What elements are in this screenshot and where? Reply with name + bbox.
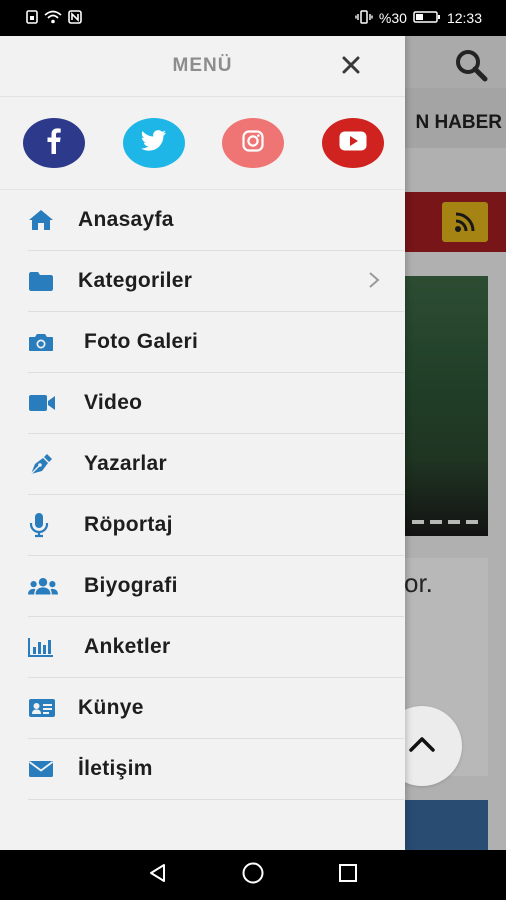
twitter-button[interactable] <box>122 118 185 168</box>
navigation-drawer: MENÜ Anasayfa Kategoriler Foto Galeri Vi… <box>0 36 405 850</box>
id-card-icon <box>28 693 58 723</box>
clock: 12:33 <box>446 10 482 26</box>
pen-icon <box>28 449 58 479</box>
menu-label: Video <box>84 391 143 414</box>
facebook-icon <box>47 127 61 159</box>
instagram-button[interactable] <box>222 118 285 168</box>
menu-item-biyografi[interactable]: Biyografi <box>28 556 404 617</box>
sim-icon <box>26 10 38 26</box>
vibrate-icon <box>355 10 373 26</box>
close-icon[interactable] <box>339 53 363 77</box>
instagram-icon <box>242 129 264 157</box>
menu-label: Kategoriler <box>78 269 193 292</box>
chevron-up-icon <box>407 734 437 759</box>
menu-label: Yazarlar <box>84 452 167 475</box>
menu-label: Foto Galeri <box>84 330 199 353</box>
menu-label: İletişim <box>78 757 153 780</box>
menu-item-roportaj[interactable]: Röportaj <box>28 495 404 556</box>
microphone-icon <box>28 510 58 540</box>
camera-icon <box>28 327 58 357</box>
menu-item-anasayfa[interactable]: Anasayfa <box>28 190 404 251</box>
menu-item-anketler[interactable]: Anketler <box>28 617 404 678</box>
menu-label: Künye <box>78 696 144 719</box>
status-bar: %30 12:33 <box>0 0 506 36</box>
recents-button[interactable] <box>336 863 360 887</box>
social-links <box>0 97 405 190</box>
folder-icon <box>28 266 58 296</box>
drawer-header: MENÜ <box>0 36 405 97</box>
poll-chart-icon <box>28 632 58 662</box>
home-icon <box>28 205 58 235</box>
menu-item-yazarlar[interactable]: Yazarlar <box>28 434 404 495</box>
home-button[interactable] <box>241 861 265 890</box>
back-button[interactable] <box>146 863 170 887</box>
nfc-icon <box>68 10 82 26</box>
facebook-button[interactable] <box>22 118 85 168</box>
back-triangle-icon <box>147 862 169 889</box>
menu-label: Biyografi <box>84 574 178 597</box>
status-left <box>26 10 82 26</box>
wifi-icon <box>44 10 62 26</box>
recents-square-icon <box>338 863 358 888</box>
menu-item-foto-galeri[interactable]: Foto Galeri <box>28 312 404 373</box>
menu-item-kunye[interactable]: Künye <box>28 678 404 739</box>
battery-percent: %30 <box>378 10 407 26</box>
drawer-title: MENÜ <box>172 55 233 76</box>
home-circle-icon <box>241 861 265 890</box>
menu-label: Anketler <box>84 635 171 658</box>
drawer-menu: Anasayfa Kategoriler Foto Galeri Video Y… <box>0 190 405 800</box>
menu-label: Röportaj <box>84 513 173 536</box>
system-nav-bar <box>0 850 506 900</box>
users-icon <box>28 571 58 601</box>
youtube-button[interactable] <box>322 118 385 168</box>
menu-item-iletisim[interactable]: İletişim <box>28 739 404 800</box>
chevron-right-icon <box>368 271 380 294</box>
menu-label: Anasayfa <box>78 208 174 231</box>
menu-item-video[interactable]: Video <box>28 373 404 434</box>
twitter-icon <box>140 129 167 157</box>
status-right: %30 12:33 <box>355 10 482 26</box>
battery-icon <box>413 10 441 26</box>
menu-item-kategoriler[interactable]: Kategoriler <box>28 251 404 312</box>
video-camera-icon <box>28 388 58 418</box>
youtube-icon <box>339 131 367 156</box>
envelope-icon <box>28 754 58 784</box>
